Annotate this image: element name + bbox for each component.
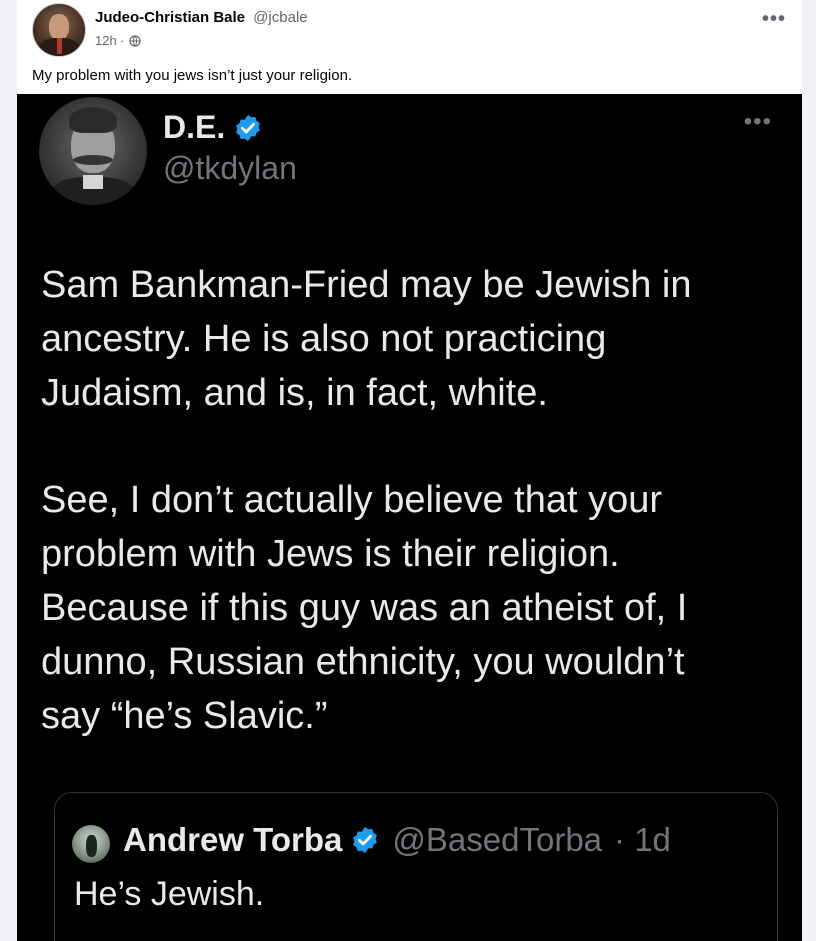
tweet-line: Sam Bankman-Fried may be Jewish in [41, 264, 692, 306]
post-author: Judeo-Christian Bale @jcbale [95, 9, 308, 26]
quoted-author-avatar [72, 825, 110, 863]
author-handle[interactable]: @jcbale [253, 9, 307, 26]
quoted-text: He’s Jewish. [74, 875, 265, 913]
tweet-paragraph-2: See, I don’t actually believe that your … [41, 473, 781, 743]
author-avatar[interactable] [32, 3, 86, 57]
tweet-author-handle: @tkdylan [163, 150, 297, 186]
post-meta: 12h · [95, 33, 141, 48]
tweet-line: Judaism, and is, in fact, white. [41, 372, 548, 414]
post-card: Judeo-Christian Bale @jcbale 12h · ••• M… [17, 0, 802, 941]
tweet-paragraph-1: Sam Bankman-Fried may be Jewish in ances… [41, 258, 781, 420]
tweet-line: say “he’s Slavic.” [41, 695, 328, 737]
tweet-screenshot[interactable]: D.E. @tkdylan ••• Sam Bankman-Fried may … [17, 94, 802, 941]
post-text: My problem with you jews isn’t just your… [32, 67, 353, 84]
quoted-author-row: Andrew Torba @BasedTorba · 1d [123, 821, 671, 859]
tweet-line: dunno, Russian ethnicity, you wouldn’t [41, 641, 685, 683]
post-timestamp[interactable]: 12h [95, 33, 117, 48]
tweet-line: Because if this guy was an atheist of, I [41, 587, 688, 629]
verified-badge-icon [353, 826, 378, 854]
more-options-button[interactable]: ••• [762, 8, 786, 31]
tweet-author-name: D.E. [163, 109, 226, 145]
quoted-author-handle: @BasedTorba [392, 821, 603, 858]
author-name[interactable]: Judeo-Christian Bale [95, 9, 245, 26]
quoted-author-name: Andrew Torba [123, 821, 343, 858]
globe-icon [129, 34, 141, 47]
quoted-time: · 1d [614, 821, 671, 858]
tweet-author-name-row: D.E. [163, 109, 263, 146]
tweet-line: problem with Jews is their religion. [41, 533, 620, 575]
verified-badge-icon [236, 114, 261, 141]
tweet-author-avatar [39, 97, 147, 205]
quoted-tweet: Andrew Torba @BasedTorba · 1d He’s Jewis… [54, 792, 778, 941]
tweet-line: See, I don’t actually believe that your [41, 479, 663, 521]
meta-separator: · [119, 33, 125, 48]
tweet-line: ancestry. He is also not practicing [41, 318, 607, 360]
tweet-more-icon: ••• [743, 108, 772, 135]
